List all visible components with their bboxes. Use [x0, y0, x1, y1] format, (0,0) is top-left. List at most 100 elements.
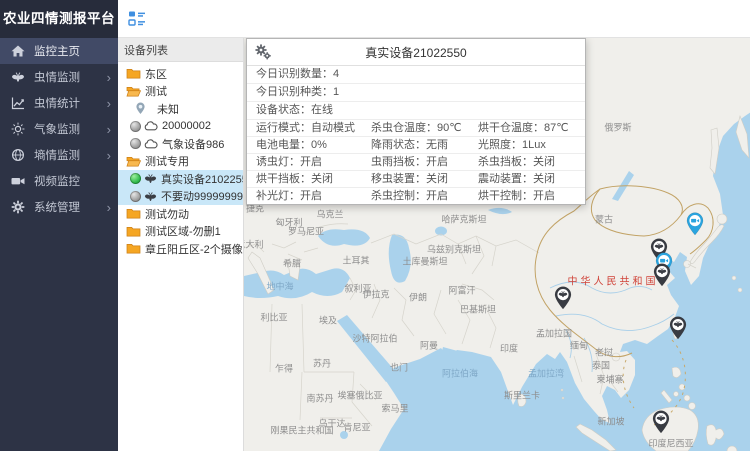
insect-device-marker[interactable]	[669, 316, 688, 340]
insect-icon	[144, 190, 157, 203]
popup-grid-cell: 补光灯：开启	[247, 188, 362, 204]
app-root: 农业四情测报平台 监控主页虫情监测›虫情统计›气象监测›墒情监测›视频监控系统管…	[0, 0, 750, 451]
folder-open-icon	[126, 155, 141, 168]
chevron-right-icon: ›	[107, 97, 111, 110]
device-panel-title: 设备列表	[118, 38, 243, 62]
chevron-right-icon: ›	[107, 149, 111, 162]
folder-closed-icon	[126, 242, 141, 255]
folder-open-icon	[126, 85, 141, 98]
tree-item[interactable]: 气象设备986	[118, 135, 243, 153]
popup-header: 真实设备21022550	[247, 39, 585, 66]
popup-grid-cell: 杀虫控制：开启	[362, 188, 469, 204]
popup-grid-row: 电池电量：0%降雨状态：无雨光照度：1Lux	[247, 137, 585, 154]
tree-item-label: 测试专用	[145, 153, 189, 169]
folder-closed-icon	[126, 225, 141, 238]
status-dot-green	[130, 173, 141, 184]
sidebar-item-system-admin[interactable]: 系统管理›	[0, 194, 118, 220]
folder-closed-icon	[126, 207, 141, 220]
popup-grid-cell: 杀虫挡板：关闭	[469, 154, 585, 170]
tree-item[interactable]: 未知	[118, 100, 243, 118]
chevron-right-icon: ›	[107, 71, 111, 84]
tree-item[interactable]: 测试勿动	[118, 205, 243, 223]
status-dot-gray	[130, 121, 141, 132]
popup-grid-cell: 烘干挡板：关闭	[247, 171, 362, 187]
tree-item-label: 测试	[145, 83, 167, 99]
sidebar-item-label: 气象监测	[34, 121, 107, 137]
sidebar-item-video-monitor[interactable]: 视频监控	[0, 168, 118, 194]
tree-item[interactable]: 不要动99999999	[118, 188, 243, 206]
map-area[interactable]: 俄罗斯哈萨克斯坦蒙古中华人民共和国乌克兰捷克匈牙利罗马尼亚意大利希腊土耳其地中海…	[244, 38, 750, 451]
tree-item-label: 真实设备21022550	[161, 171, 243, 187]
insect-icon	[144, 172, 157, 185]
tree-item-label: 测试勿动	[145, 206, 189, 222]
tree-item[interactable]: 测试	[118, 83, 243, 101]
tree-item[interactable]: 东区	[118, 65, 243, 83]
sidebar: 农业四情测报平台 监控主页虫情监测›虫情统计›气象监测›墒情监测›视频监控系统管…	[0, 0, 118, 451]
popup-grid-cell: 虫雨挡板：开启	[362, 154, 469, 170]
sidebar-item-insect-monitor[interactable]: 虫情监测›	[0, 64, 118, 90]
popup-grid-row: 烘干挡板：关闭移虫装置：关闭震动装置：关闭	[247, 171, 585, 188]
main-region: 设备列表 东区测试未知20000002气象设备986测试专用真实设备210225…	[118, 0, 750, 451]
popup-title: 真实设备21022550	[247, 44, 585, 61]
insect-device-marker[interactable]	[652, 410, 671, 434]
app-title: 农业四情测报平台	[0, 0, 118, 38]
chevron-right-icon: ›	[107, 201, 111, 214]
popup-grid-row: 运行模式：自动模式杀虫仓温度：90℃烘干仓温度：87℃	[247, 120, 585, 137]
popup-grid-cell: 降雨状态：无雨	[362, 137, 469, 153]
folder-closed-icon	[126, 67, 141, 80]
sidebar-item-home[interactable]: 监控主页	[0, 38, 118, 64]
sidebar-menu: 监控主页虫情监测›虫情统计›气象监测›墒情监测›视频监控系统管理›	[0, 38, 118, 220]
topbar	[118, 0, 750, 38]
status-dot-gray	[130, 191, 141, 202]
sidebar-item-label: 视频监控	[34, 173, 111, 189]
status-dot-gray	[130, 138, 141, 149]
sidebar-item-label: 虫情监测	[34, 69, 107, 85]
popup-grid-cell: 运行模式：自动模式	[247, 120, 362, 136]
tree-item[interactable]: 章丘阳丘区-2个摄像头	[118, 240, 243, 258]
globe-icon	[11, 148, 25, 162]
sidebar-item-label: 墒情监测	[34, 147, 107, 163]
sun-icon	[11, 122, 25, 136]
camera-icon	[11, 174, 25, 188]
tree-item[interactable]: 真实设备21022550	[118, 170, 243, 188]
tree-item-label: 章丘阳丘区-2个摄像头	[145, 241, 243, 257]
gear-icon	[11, 200, 25, 214]
popup-grid-cell: 震动装置：关闭	[469, 171, 585, 187]
device-tree: 东区测试未知20000002气象设备986测试专用真实设备21022550不要动…	[118, 62, 243, 258]
device-info-popup: 真实设备21022550 今日识别数量：4今日识别种类：1设备状态：在线 运行模…	[246, 38, 586, 205]
tree-item-label: 测试区域-勿删1	[145, 223, 221, 239]
insect-device-marker[interactable]	[554, 286, 573, 310]
popup-stat-row: 设备状态：在线	[247, 102, 585, 120]
tree-item-label: 东区	[145, 66, 167, 82]
tree-toggle-icon[interactable]	[128, 10, 146, 27]
sidebar-item-insect-stats[interactable]: 虫情统计›	[0, 90, 118, 116]
tree-item-label: 气象设备986	[162, 136, 224, 152]
sidebar-item-soil-monitor[interactable]: 墒情监测›	[0, 142, 118, 168]
tree-item[interactable]: 测试区域-勿删1	[118, 223, 243, 241]
cloud-icon	[144, 121, 158, 131]
gears-icon[interactable]	[255, 44, 271, 60]
insect-device-marker[interactable]	[653, 263, 672, 287]
cloud-icon	[144, 139, 158, 149]
popup-grid-cell: 移虫装置：关闭	[362, 171, 469, 187]
popup-grid-cell: 光照度：1Lux	[469, 137, 585, 153]
pin-icon	[135, 102, 146, 115]
tree-item[interactable]: 测试专用	[118, 153, 243, 171]
sidebar-item-weather-monitor[interactable]: 气象监测›	[0, 116, 118, 142]
chart-icon	[11, 96, 25, 110]
popup-grid-row: 诱虫灯：开启虫雨挡板：开启杀虫挡板：关闭	[247, 154, 585, 171]
popup-grid: 运行模式：自动模式杀虫仓温度：90℃烘干仓温度：87℃电池电量：0%降雨状态：无…	[247, 120, 585, 204]
popup-grid-cell: 烘干控制：开启	[469, 188, 585, 204]
popup-grid-cell: 电池电量：0%	[247, 137, 362, 153]
popup-stats: 今日识别数量：4今日识别种类：1设备状态：在线	[247, 66, 585, 120]
content-region: 设备列表 东区测试未知20000002气象设备986测试专用真实设备210225…	[118, 38, 750, 451]
popup-grid-cell: 杀虫仓温度：90℃	[362, 120, 469, 136]
bug-icon	[11, 70, 25, 84]
device-panel: 设备列表 东区测试未知20000002气象设备986测试专用真实设备210225…	[118, 38, 244, 451]
popup-grid-cell: 诱虫灯：开启	[247, 154, 362, 170]
tree-item-label: 未知	[157, 101, 179, 117]
tree-item[interactable]: 20000002	[118, 118, 243, 136]
popup-grid-cell: 烘干仓温度：87℃	[469, 120, 585, 136]
sidebar-item-label: 系统管理	[34, 199, 107, 215]
camera-device-marker[interactable]	[686, 212, 705, 236]
